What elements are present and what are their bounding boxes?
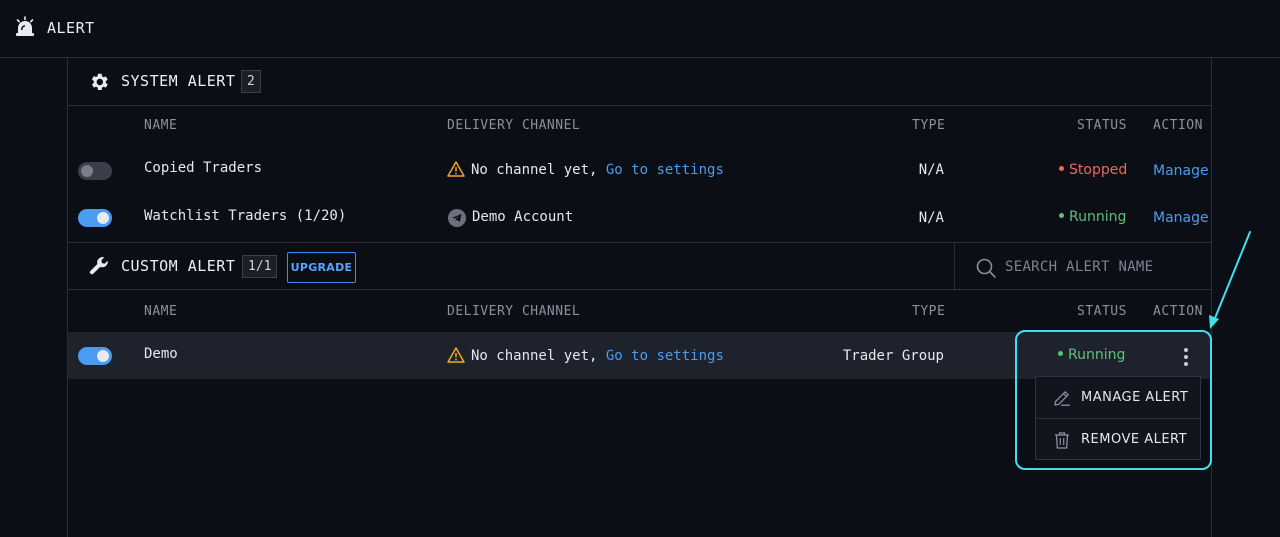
search-icon <box>976 258 996 278</box>
wrench-icon <box>89 257 108 275</box>
search-alert-input[interactable] <box>1005 255 1205 279</box>
alert-type: N/A <box>918 210 944 226</box>
toggle-knob <box>97 350 109 362</box>
remove-alert-menu-item[interactable]: REMOVE ALERT <box>1036 419 1200 460</box>
delivery-channel: Demo Account <box>472 209 574 225</box>
column-header-delivery: DELIVERY CHANNEL <box>447 304 581 319</box>
alert-name: Demo <box>144 346 178 362</box>
alert-type: N/A <box>918 162 944 178</box>
manage-link[interactable]: Manage <box>1153 163 1209 179</box>
status-text: Running <box>1069 209 1127 225</box>
column-header-delivery: DELIVERY CHANNEL <box>447 118 581 133</box>
status-badge: Stopped <box>1059 162 1127 178</box>
custom-alert-count-badge: 1/1 <box>242 255 278 278</box>
manage-link[interactable]: Manage <box>1153 210 1209 226</box>
upgrade-button[interactable]: UPGRADE <box>287 252 356 283</box>
more-actions-button[interactable] <box>1178 346 1194 368</box>
telegram-icon <box>448 209 466 227</box>
menu-item-label: REMOVE ALERT <box>1081 432 1188 447</box>
custom-alert-title: CUSTOM ALERT <box>121 257 236 275</box>
column-header-status: STATUS <box>1077 118 1127 133</box>
status-text: Running <box>1068 347 1126 363</box>
column-header-type: TYPE <box>912 304 946 319</box>
warning-icon <box>447 161 465 177</box>
alarm-bell-icon <box>16 16 34 36</box>
pencil-icon <box>1054 391 1070 406</box>
toggle-knob <box>81 165 93 177</box>
kebab-dot <box>1184 355 1188 359</box>
alert-panel: SYSTEM ALERT 2 NAME DELIVERY CHANNEL TYP… <box>67 58 1212 537</box>
alert-toggle[interactable] <box>78 162 112 180</box>
search-box <box>954 243 1211 291</box>
column-header-type: TYPE <box>912 118 946 133</box>
status-text: Stopped <box>1069 162 1128 178</box>
column-header-name: NAME <box>144 304 178 319</box>
delivery-channel: No channel yet, Go to settings <box>471 348 724 364</box>
column-header-name: NAME <box>144 118 178 133</box>
gear-icon <box>91 73 108 90</box>
alert-toggle[interactable] <box>78 347 112 365</box>
column-header-action: ACTION <box>1153 118 1203 133</box>
table-row: Demo No channel yet, Go to settings Trad… <box>68 332 1211 379</box>
no-channel-text: No channel yet, <box>471 162 598 178</box>
status-badge: Running <box>1058 347 1125 363</box>
column-header-action: ACTION <box>1153 304 1203 319</box>
status-dot <box>1059 165 1064 171</box>
menu-item-label: MANAGE ALERT <box>1081 390 1189 405</box>
warning-icon <box>447 347 465 363</box>
kebab-dot <box>1184 362 1188 366</box>
alert-toggle[interactable] <box>78 209 112 227</box>
system-alert-count-badge: 2 <box>241 70 261 93</box>
go-to-settings-link[interactable]: Go to settings <box>606 162 724 178</box>
system-alert-header: SYSTEM ALERT 2 <box>68 58 1211 106</box>
action-dropdown-menu: MANAGE ALERT REMOVE ALERT <box>1035 376 1201 460</box>
no-channel-text: No channel yet, <box>471 348 598 364</box>
trash-icon <box>1055 432 1069 449</box>
status-dot <box>1059 212 1064 218</box>
go-to-settings-link[interactable]: Go to settings <box>606 348 724 364</box>
top-bar: ALERT <box>0 0 1280 58</box>
delivery-channel: No channel yet, Go to settings <box>471 162 724 178</box>
table-row: Watchlist Traders (1/20) Demo Account N/… <box>68 194 1211 241</box>
kebab-dot <box>1184 348 1188 352</box>
alert-type: Trader Group <box>842 348 944 364</box>
status-dot <box>1058 350 1063 356</box>
custom-alert-header: CUSTOM ALERT 1/1 UPGRADE <box>68 242 1211 291</box>
table-row: Copied Traders No channel yet, Go to set… <box>68 147 1211 194</box>
system-alert-title: SYSTEM ALERT <box>121 72 236 90</box>
manage-alert-menu-item[interactable]: MANAGE ALERT <box>1036 377 1200 418</box>
alert-name: Watchlist Traders (1/20) <box>144 208 347 224</box>
page-title: ALERT <box>47 19 95 37</box>
toggle-knob <box>97 212 109 224</box>
status-badge: Running <box>1059 209 1126 225</box>
column-header-status: STATUS <box>1077 304 1127 319</box>
alert-name: Copied Traders <box>144 160 263 176</box>
